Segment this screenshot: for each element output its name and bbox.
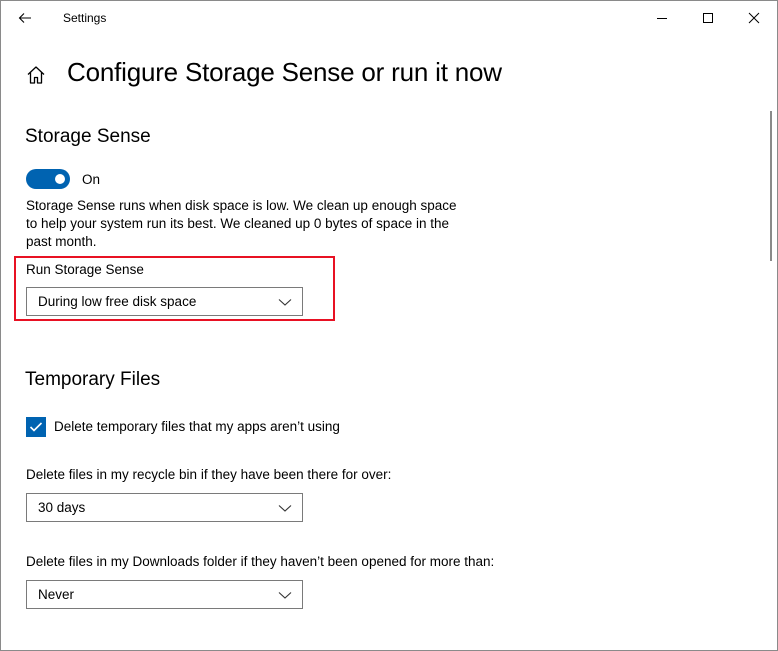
delete-temp-files-checkbox[interactable] <box>26 417 46 437</box>
downloads-folder-value: Never <box>38 587 75 602</box>
page-title: Configure Storage Sense or run it now <box>67 57 502 87</box>
back-button[interactable] <box>9 3 41 33</box>
chevron-down-icon <box>278 592 292 599</box>
close-button[interactable] <box>731 1 777 35</box>
title-bar: Settings <box>1 1 777 35</box>
home-icon[interactable] <box>25 64 47 86</box>
recycle-bin-value: 30 days <box>38 500 86 515</box>
temporary-files-heading: Temporary Files <box>25 369 161 390</box>
back-arrow-icon <box>18 13 31 23</box>
storage-sense-toggle[interactable] <box>26 169 70 189</box>
recycle-bin-dropdown[interactable]: 30 days <box>26 493 303 522</box>
minimize-icon <box>657 18 667 19</box>
close-icon <box>748 12 760 24</box>
downloads-folder-label: Delete files in my Downloads folder if t… <box>26 554 495 569</box>
maximize-button[interactable] <box>685 1 731 35</box>
delete-temp-files-label: Delete temporary files that my apps aren… <box>54 419 340 434</box>
window-title: Settings <box>63 11 107 25</box>
vertical-scrollbar[interactable] <box>770 111 772 261</box>
maximize-icon <box>703 13 713 23</box>
toggle-knob <box>55 174 65 184</box>
run-storage-sense-dropdown[interactable]: During low free disk space <box>26 287 303 316</box>
recycle-bin-label: Delete files in my recycle bin if they h… <box>26 467 392 482</box>
toggle-state-label: On <box>82 172 101 187</box>
minimize-button[interactable] <box>639 1 685 35</box>
storage-sense-description: Storage Sense runs when disk space is lo… <box>26 198 457 249</box>
checkmark-icon <box>29 422 43 432</box>
run-storage-sense-label: Run Storage Sense <box>26 262 144 277</box>
chevron-down-icon <box>278 505 292 512</box>
run-storage-sense-value: During low free disk space <box>38 294 197 309</box>
storage-sense-heading: Storage Sense <box>25 126 151 147</box>
chevron-down-icon <box>278 299 292 306</box>
downloads-folder-dropdown[interactable]: Never <box>26 580 303 609</box>
settings-window: Settings Configure Storage Sense or run … <box>0 0 778 651</box>
